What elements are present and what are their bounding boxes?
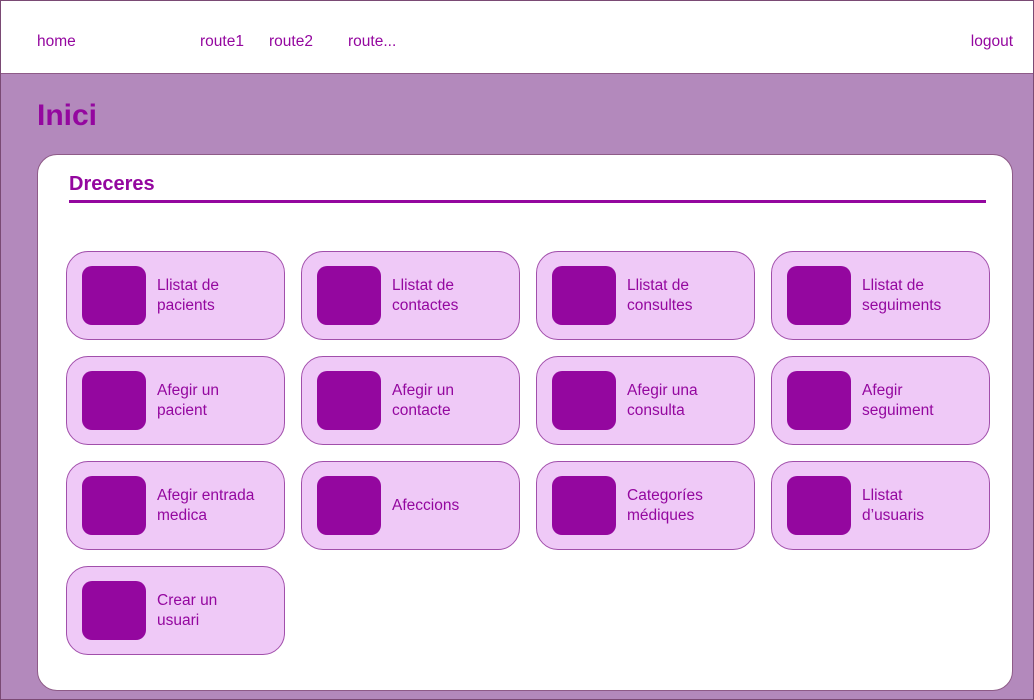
shortcut-afegir-seguiment[interactable]: Afegir seguiment [771, 356, 990, 445]
shortcut-icon [317, 266, 381, 325]
nav-link-route2[interactable]: route2 [269, 33, 313, 51]
shortcut-icon [82, 371, 146, 430]
shortcut-icon [82, 476, 146, 535]
shortcut-icon [552, 476, 616, 535]
shortcut-label: Categoríes médiques [627, 486, 703, 524]
shortcut-llistat-seguiments[interactable]: Llistat de seguiments [771, 251, 990, 340]
shortcut-label: Llistat de pacients [157, 276, 220, 314]
shortcut-label: Llistat de seguiments [862, 276, 942, 314]
nav-link-route1[interactable]: route1 [200, 33, 244, 51]
shortcut-label: Afegir un contacte [392, 381, 455, 419]
shortcut-afegir-consulta[interactable]: Afegir una consulta [536, 356, 755, 445]
shortcut-icon [552, 371, 616, 430]
shortcut-label: Afegir entrada medica [157, 486, 255, 524]
nav-link-logout[interactable]: logout [971, 33, 1013, 51]
shortcut-afegir-entrada-medica[interactable]: Afegir entrada medica [66, 461, 285, 550]
shortcut-llistat-pacients[interactable]: Llistat de pacients [66, 251, 285, 340]
shortcut-label: Llistat de contactes [392, 276, 459, 314]
shortcut-icon [787, 266, 851, 325]
shortcut-icon [552, 266, 616, 325]
shortcut-afegir-contacte[interactable]: Afegir un contacte [301, 356, 520, 445]
top-navbar: home route1 route2 route... logout [1, 1, 1033, 74]
shortcut-afegir-pacient[interactable]: Afegir un pacient [66, 356, 285, 445]
shortcut-label: Crear un usuari [157, 591, 218, 629]
shortcut-icon [317, 476, 381, 535]
shortcut-llistat-contactes[interactable]: Llistat de contactes [301, 251, 520, 340]
page-title: Inici [37, 99, 98, 132]
shortcut-label: Llistat d’usuaris [862, 486, 925, 524]
shortcut-icon [787, 476, 851, 535]
shortcut-label: Afeccions [392, 496, 460, 514]
app-frame: home route1 route2 route... logout Inici… [0, 0, 1034, 700]
shortcut-crear-usuari[interactable]: Crear un usuari [66, 566, 285, 655]
shortcut-afeccions[interactable]: Afeccions [301, 461, 520, 550]
shortcut-icon [317, 371, 381, 430]
shortcut-label: Llistat de consultes [627, 276, 693, 314]
shortcut-icon [82, 581, 146, 640]
nav-link-home[interactable]: home [37, 33, 76, 51]
nav-link-route-more[interactable]: route... [348, 33, 396, 51]
shortcut-llistat-consultes[interactable]: Llistat de consultes [536, 251, 755, 340]
title-divider [69, 200, 986, 203]
shortcut-label: Afegir seguiment [862, 381, 934, 419]
shortcut-icon [82, 266, 146, 325]
shortcut-categories-mediques[interactable]: Categoríes médiques [536, 461, 755, 550]
shortcut-icon [787, 371, 851, 430]
shortcut-llistat-usuaris[interactable]: Llistat d’usuaris [771, 461, 990, 550]
shortcut-label: Afegir un pacient [157, 381, 220, 419]
shortcuts-card: Dreceres Llistat de pacients Llistat de … [37, 154, 1013, 691]
shortcuts-title: Dreceres [69, 173, 155, 195]
shortcut-label: Afegir una consulta [627, 381, 698, 419]
